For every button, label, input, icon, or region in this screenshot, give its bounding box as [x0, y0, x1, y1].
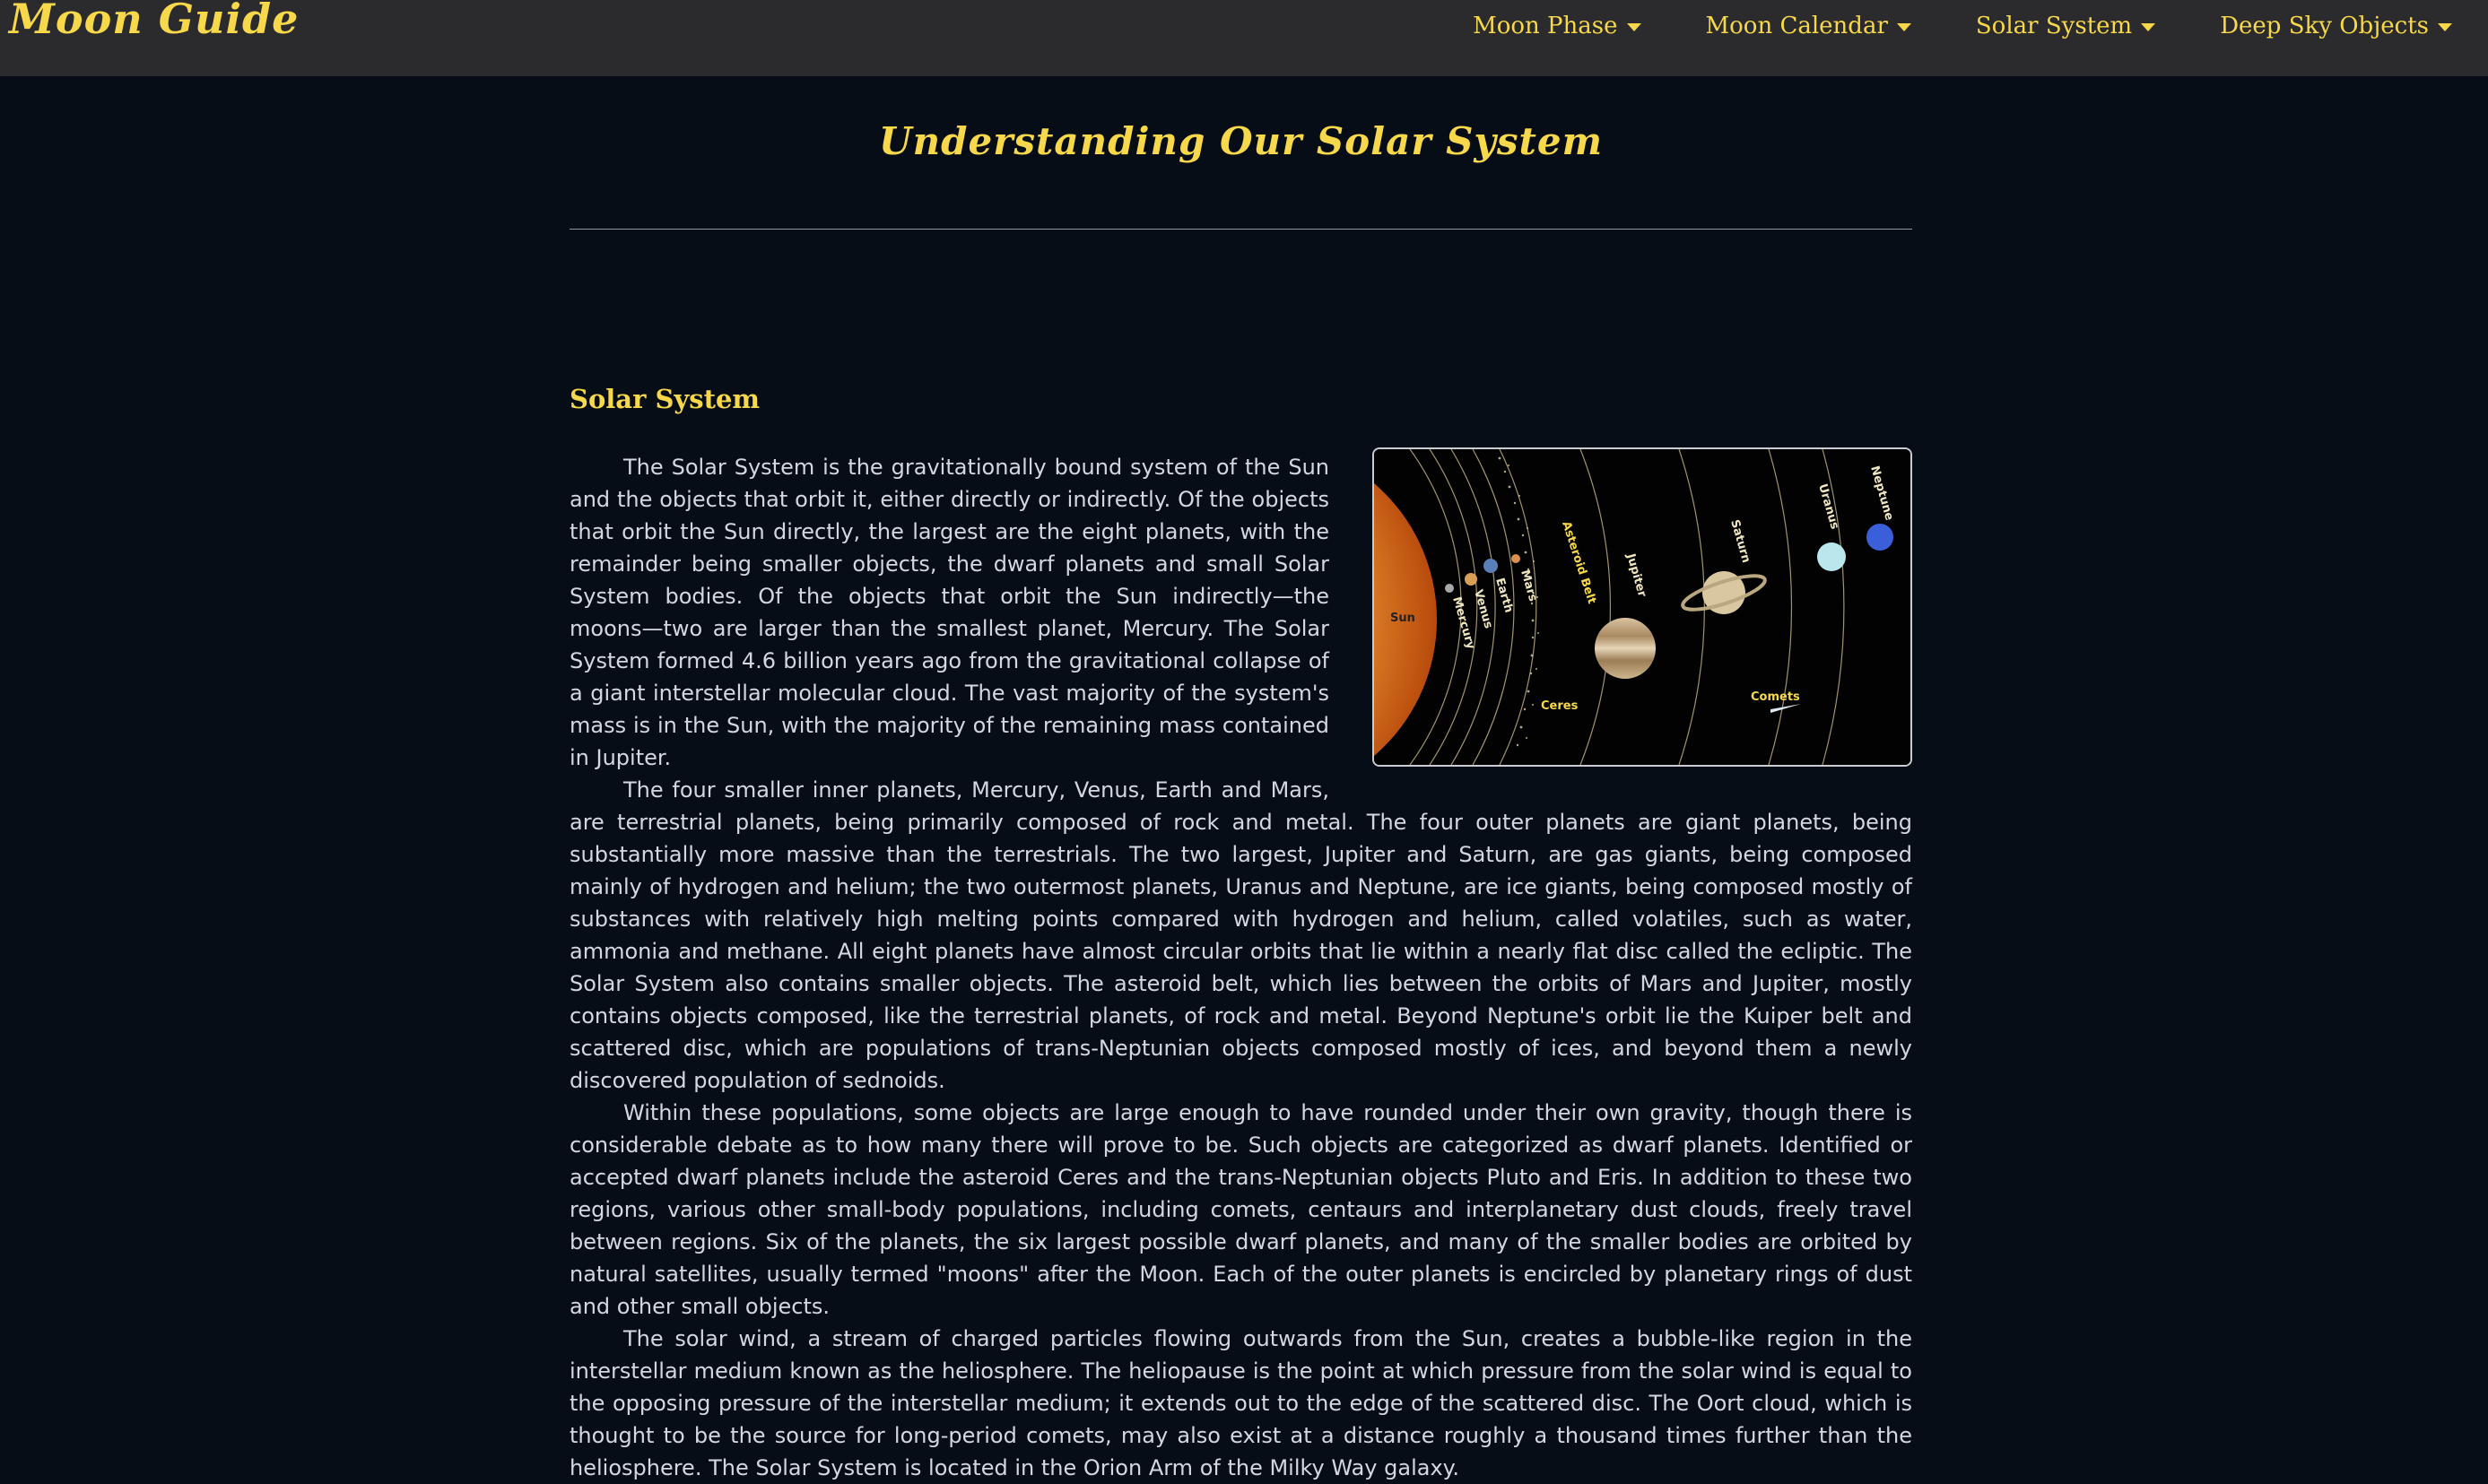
paragraph: The four smaller inner planets, Mercury,…: [570, 777, 1912, 1093]
mercury-shape: [1445, 584, 1454, 593]
caret-down-icon: [1626, 22, 1641, 31]
nav-item-label: Deep Sky Objects: [2220, 13, 2429, 39]
nav-item-solar-system[interactable]: Solar System: [1975, 13, 2156, 39]
main-content: Understanding Our Solar System Solar Sys…: [570, 76, 1912, 1484]
uranus-shape: [1817, 542, 1846, 571]
earth-shape: [1483, 559, 1498, 573]
nav-item-label: Moon Phase: [1473, 13, 1618, 39]
article-body: Sun Mercury Venus Earth Mars Asteroid Be…: [570, 447, 1912, 1484]
nav-item-deep-sky-objects[interactable]: Deep Sky Objects: [2220, 13, 2452, 39]
nav-item-moon-calendar[interactable]: Moon Calendar: [1706, 13, 1911, 39]
caret-down-icon: [1896, 22, 1911, 31]
neptune-shape: [1866, 524, 1893, 551]
sun-label: Sun: [1390, 612, 1415, 625]
top-navbar: Moon Guide Moon Phase Moon Calendar Sola…: [0, 0, 2488, 76]
caret-down-icon: [2141, 22, 2156, 31]
mars-shape: [1511, 554, 1520, 563]
brand-logo-link[interactable]: Moon Guide: [9, 0, 299, 43]
comets-label: Comets: [1751, 690, 1800, 704]
nav-item-label: Moon Calendar: [1705, 13, 1888, 39]
nav-menu: Moon Phase Moon Calendar Solar System De…: [1408, 0, 2452, 52]
solar-system-illustration: Sun Mercury Venus Earth Mars Asteroid Be…: [1374, 449, 1910, 765]
nav-item-moon-phase[interactable]: Moon Phase: [1473, 13, 1641, 39]
paragraph: The solar wind, a stream of charged part…: [570, 1326, 1912, 1480]
solar-system-figure: Sun Mercury Venus Earth Mars Asteroid Be…: [1372, 447, 1912, 767]
ceres-label: Ceres: [1541, 699, 1579, 713]
title-divider: [570, 229, 1912, 230]
nav-item-label: Solar System: [1975, 13, 2133, 39]
caret-down-icon: [2438, 22, 2452, 31]
venus-shape: [1465, 573, 1477, 586]
jupiter-shape: [1595, 618, 1656, 679]
paragraph: Within these populations, some objects a…: [570, 1100, 1912, 1319]
section-title: Solar System: [570, 384, 761, 414]
page-title: Understanding Our Solar System: [878, 119, 1604, 163]
